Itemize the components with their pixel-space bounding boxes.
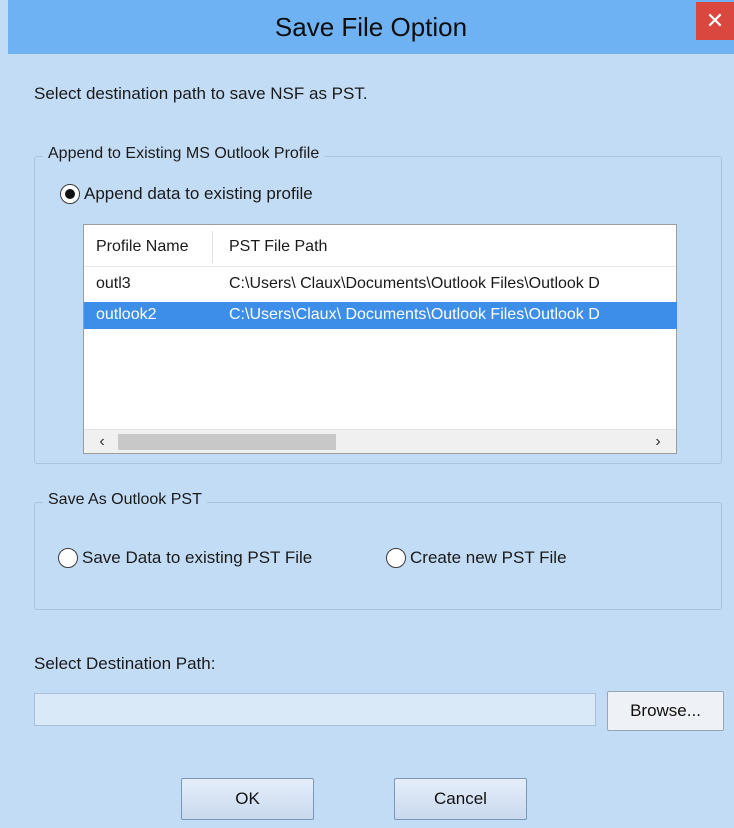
profile-list-header: Profile Name PST File Path	[84, 225, 676, 267]
horizontal-scrollbar[interactable]: ‹ ›	[84, 429, 676, 453]
scrollbar-thumb[interactable]	[118, 434, 336, 450]
append-group-caption: Append to Existing MS Outlook Profile	[43, 145, 325, 163]
append-profile-radio-label: Append data to existing profile	[84, 184, 313, 203]
save-existing-pst-label: Save Data to existing PST File	[82, 548, 313, 567]
profile-list[interactable]: Profile Name PST File Path outl3 C:\User…	[83, 224, 677, 454]
cancel-button[interactable]: Cancel	[394, 778, 527, 820]
column-header-pst-file-path[interactable]: PST File Path	[229, 238, 327, 256]
append-profile-radio-row[interactable]: Append data to existing profile	[60, 184, 313, 204]
radio-checked-dot	[65, 189, 75, 199]
append-profile-radio[interactable]	[60, 184, 80, 204]
create-new-pst-radio[interactable]	[386, 548, 406, 568]
save-group-caption: Save As Outlook PST	[43, 491, 207, 509]
pst-path-cell: C:\Users\Claux\ Documents\Outlook Files\…	[229, 306, 600, 323]
close-icon: ✕	[705, 8, 725, 33]
title-bar: Save File Option ✕	[8, 0, 734, 54]
column-header-profile-name[interactable]: Profile Name	[96, 238, 188, 256]
create-new-pst-label: Create new PST File	[410, 548, 567, 567]
save-existing-pst-radio-row[interactable]: Save Data to existing PST File	[58, 548, 312, 568]
create-new-pst-radio-row[interactable]: Create new PST File	[386, 548, 567, 568]
save-existing-pst-radio[interactable]	[58, 548, 78, 568]
scroll-right-icon[interactable]: ›	[646, 430, 670, 454]
browse-button[interactable]: Browse...	[607, 691, 724, 731]
table-row[interactable]: outl3 C:\Users\ Claux\Documents\Outlook …	[84, 271, 677, 298]
close-button[interactable]: ✕	[696, 2, 734, 40]
instruction-text: Select destination path to save NSF as P…	[34, 84, 368, 103]
scroll-left-icon[interactable]: ‹	[90, 430, 114, 454]
destination-path-field[interactable]	[34, 693, 596, 726]
dialog-title: Save File Option	[274, 12, 468, 42]
profile-name-cell: outl3	[96, 275, 131, 292]
pst-path-cell: C:\Users\ Claux\Documents\Outlook Files\…	[229, 275, 600, 292]
column-separator[interactable]	[212, 231, 213, 263]
profile-name-cell: outlook2	[96, 306, 157, 323]
table-row-selected[interactable]: outlook2 C:\Users\Claux\ Documents\Outlo…	[84, 302, 677, 329]
save-file-option-dialog: Save File Option ✕ Select destination pa…	[0, 0, 734, 828]
destination-path-label: Select Destination Path:	[34, 654, 216, 673]
ok-button[interactable]: OK	[181, 778, 314, 820]
